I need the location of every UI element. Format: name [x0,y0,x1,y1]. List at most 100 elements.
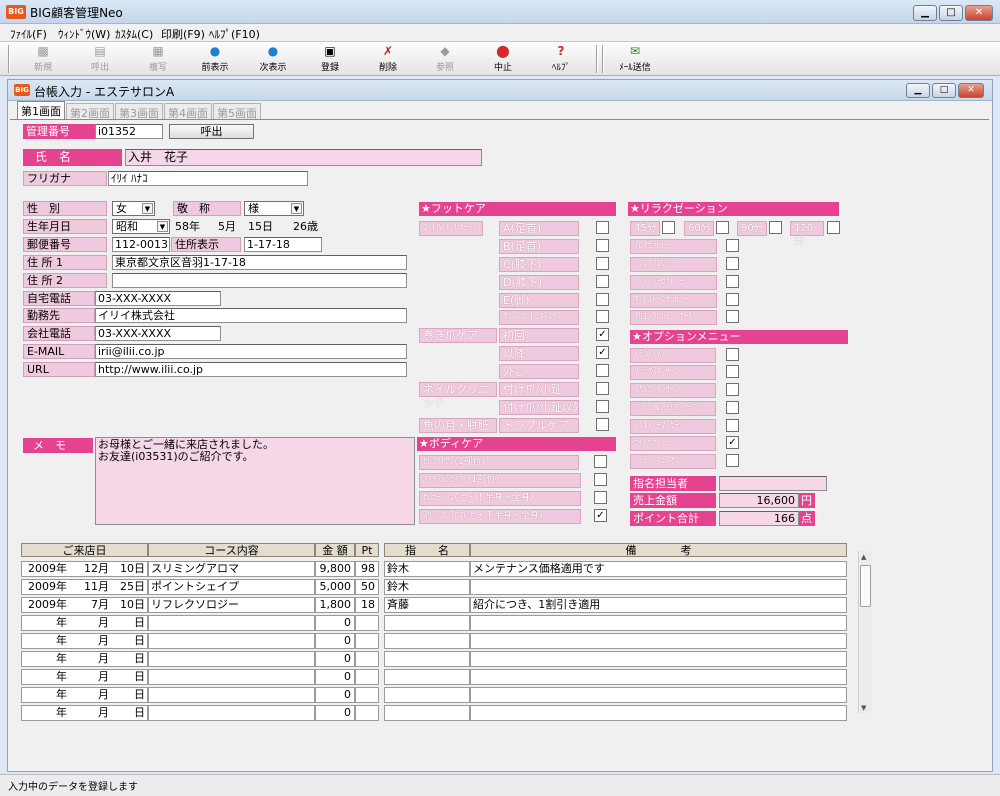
relax-time-120-checkbox[interactable] [827,221,840,234]
memo-textarea[interactable]: お母様とご一緒に来店されました。 お友達(i03531)のご紹介です。 [95,437,415,525]
ledger-maximize-button[interactable]: □ [932,83,956,98]
tab-screen-1[interactable]: 第1画面 [17,101,65,120]
url-input[interactable]: http://www.ilii.co.jp [95,362,407,377]
footcare-item-d-checkbox[interactable] [596,275,609,288]
footcare-item-hazushi-checkbox[interactable] [596,364,609,377]
work-tel-input[interactable]: 03-XXX-XXXX [95,326,221,341]
maximize-button[interactable]: □ [939,5,963,21]
scroll-down-icon[interactable]: ▼ [861,704,866,712]
option-item-scalp-checkbox[interactable] [726,383,739,396]
tab-screen-2[interactable]: 第2画面 [66,103,114,120]
grid-cell-date[interactable]: 2009年 7月 10日 [21,597,148,613]
grid-cell-pt[interactable] [355,651,379,667]
grid-cell-staff[interactable] [384,687,470,703]
grid-cell-date[interactable]: 2009年 12月 10日 [21,561,148,577]
grid-cell-amount[interactable]: 9,800 [315,561,355,577]
grid-cell-note[interactable] [470,651,847,667]
bodycare-item-cellulite-checkbox[interactable] [594,455,607,468]
footcare-item-tsukezume-other-checkbox[interactable] [596,400,609,413]
keisho-select[interactable]: 様 ▼ [244,201,304,216]
footcare-item-e-checkbox[interactable] [596,293,609,306]
relax-item-oriental-checkbox[interactable] [726,310,739,323]
relax-time-45-checkbox[interactable] [662,221,675,234]
save-button[interactable]: ▣ 登録 [305,44,355,74]
grid-cell-amount[interactable]: 0 [315,615,355,631]
option-item-pedicure-off-checkbox[interactable] [726,454,739,467]
birth-era-select[interactable]: 昭和 ▼ [112,219,170,234]
minimize-button[interactable]: ▁ [913,5,937,21]
grid-cell-amount[interactable]: 0 [315,633,355,649]
relax-item-aroma-checkbox[interactable] [726,239,739,252]
work-input[interactable]: イリイ株式会社 [95,308,407,323]
tab-screen-3[interactable]: 第3画面 [115,103,163,120]
footcare-item-c-checkbox[interactable] [596,257,609,270]
bodycare-item-cellnage-checkbox[interactable] [594,491,607,504]
grid-cell-pt[interactable] [355,705,379,721]
reference-button[interactable]: ◆ 参照 [420,44,470,74]
email-input[interactable]: irii@ilii.co.jp [95,344,407,359]
grid-cell-amount[interactable]: 5,000 [315,579,355,595]
relax-item-reflexology-checkbox[interactable] [726,257,739,270]
menu-window[interactable]: ｳｨﾝﾄﾞｳ(W) [58,26,110,42]
footcare-item-tsukezume-shoshi-checkbox[interactable] [596,382,609,395]
grid-cell-amount[interactable]: 0 [315,669,355,685]
grid-cell-pt[interactable] [355,615,379,631]
option-item-hand-arm-checkbox[interactable] [726,401,739,414]
grid-cell-note[interactable] [470,687,847,703]
birth-month[interactable]: 5月 [218,219,236,234]
grid-cell-note[interactable] [470,579,847,595]
grid-cell-course[interactable]: スリミングアロマ [148,561,315,577]
kanri-input[interactable]: i01352 [95,124,163,139]
relax-time-60-checkbox[interactable] [716,221,729,234]
grid-cell-date[interactable]: 年月日 [21,669,148,685]
footcare-item-shokai-checkbox[interactable]: ✓ [596,328,609,341]
grid-cell-amount[interactable]: 0 [315,705,355,721]
name-input[interactable]: 入井 花子 [125,149,482,166]
grid-cell-course[interactable] [148,669,315,685]
grid-cell-course[interactable] [148,705,315,721]
grid-cell-staff[interactable] [384,669,470,685]
scroll-up-icon[interactable]: ▲ [861,553,866,561]
grid-cell-staff[interactable] [384,651,470,667]
addr2-input[interactable] [112,273,407,288]
grid-cell-date[interactable]: 2009年 11月 25日 [21,579,148,595]
grid-cell-course[interactable] [148,651,315,667]
delete-button[interactable]: ✗ 削除 [363,44,413,74]
jusho-hyoji-input[interactable]: 1-17-18 [244,237,322,252]
home-tel-input[interactable]: 03-XXX-XXXX [95,291,221,306]
prev-button[interactable]: ● 前表示 [190,44,240,74]
grid-cell-date[interactable]: 年月日 [21,615,148,631]
ledger-minimize-button[interactable]: ▁ [906,83,930,98]
grid-cell-staff[interactable]: 斉藤 [384,597,470,613]
grid-cell-note[interactable] [470,669,847,685]
grid-cell-pt[interactable]: 98 [355,561,379,577]
yobidashi-button[interactable]: 呼出 [169,124,254,139]
footcare-item-trouble-checkbox[interactable] [596,418,609,431]
menu-print[interactable]: 印刷(F9) [161,26,205,42]
grid-cell-amount[interactable]: 0 [315,687,355,703]
new-button[interactable]: ▩ 新規 [18,44,68,74]
copy-button[interactable]: ▦ 複写 [133,44,183,74]
grid-cell-date[interactable]: 年月日 [21,705,148,721]
option-item-shoulder-checkbox[interactable] [726,419,739,432]
grid-cell-note[interactable]: メンテナンス価格適用です [470,561,847,577]
grid-cell-course[interactable]: ポイントシェイプ [148,579,315,595]
grid-cell-amount[interactable]: 0 [315,651,355,667]
grid-cell-date[interactable]: 年月日 [21,633,148,649]
menu-help[interactable]: ﾍﾙﾌﾟ(F10) [209,26,260,42]
relax-time-90-checkbox[interactable] [769,221,782,234]
call-button[interactable]: ▤ 呼出 [75,44,125,74]
stop-button[interactable]: ⬤ 中止 [478,44,528,74]
help-button[interactable]: ? ﾍﾙﾌﾟ [536,44,586,74]
grid-cell-staff[interactable]: 鈴木 [384,579,470,595]
seibetsu-select[interactable]: 女 ▼ [112,201,155,216]
grid-cell-pt[interactable] [355,669,379,685]
grid-cell-amount[interactable]: 1,800 [315,597,355,613]
grid-cell-date[interactable]: 年月日 [21,687,148,703]
grid-cell-course[interactable] [148,687,315,703]
close-button[interactable]: ✕ [965,5,993,21]
footcare-item-b-checkbox[interactable] [596,239,609,252]
grid-cell-course[interactable] [148,615,315,631]
grid-cell-staff[interactable] [384,615,470,631]
birth-year[interactable]: 58年 [175,219,200,234]
